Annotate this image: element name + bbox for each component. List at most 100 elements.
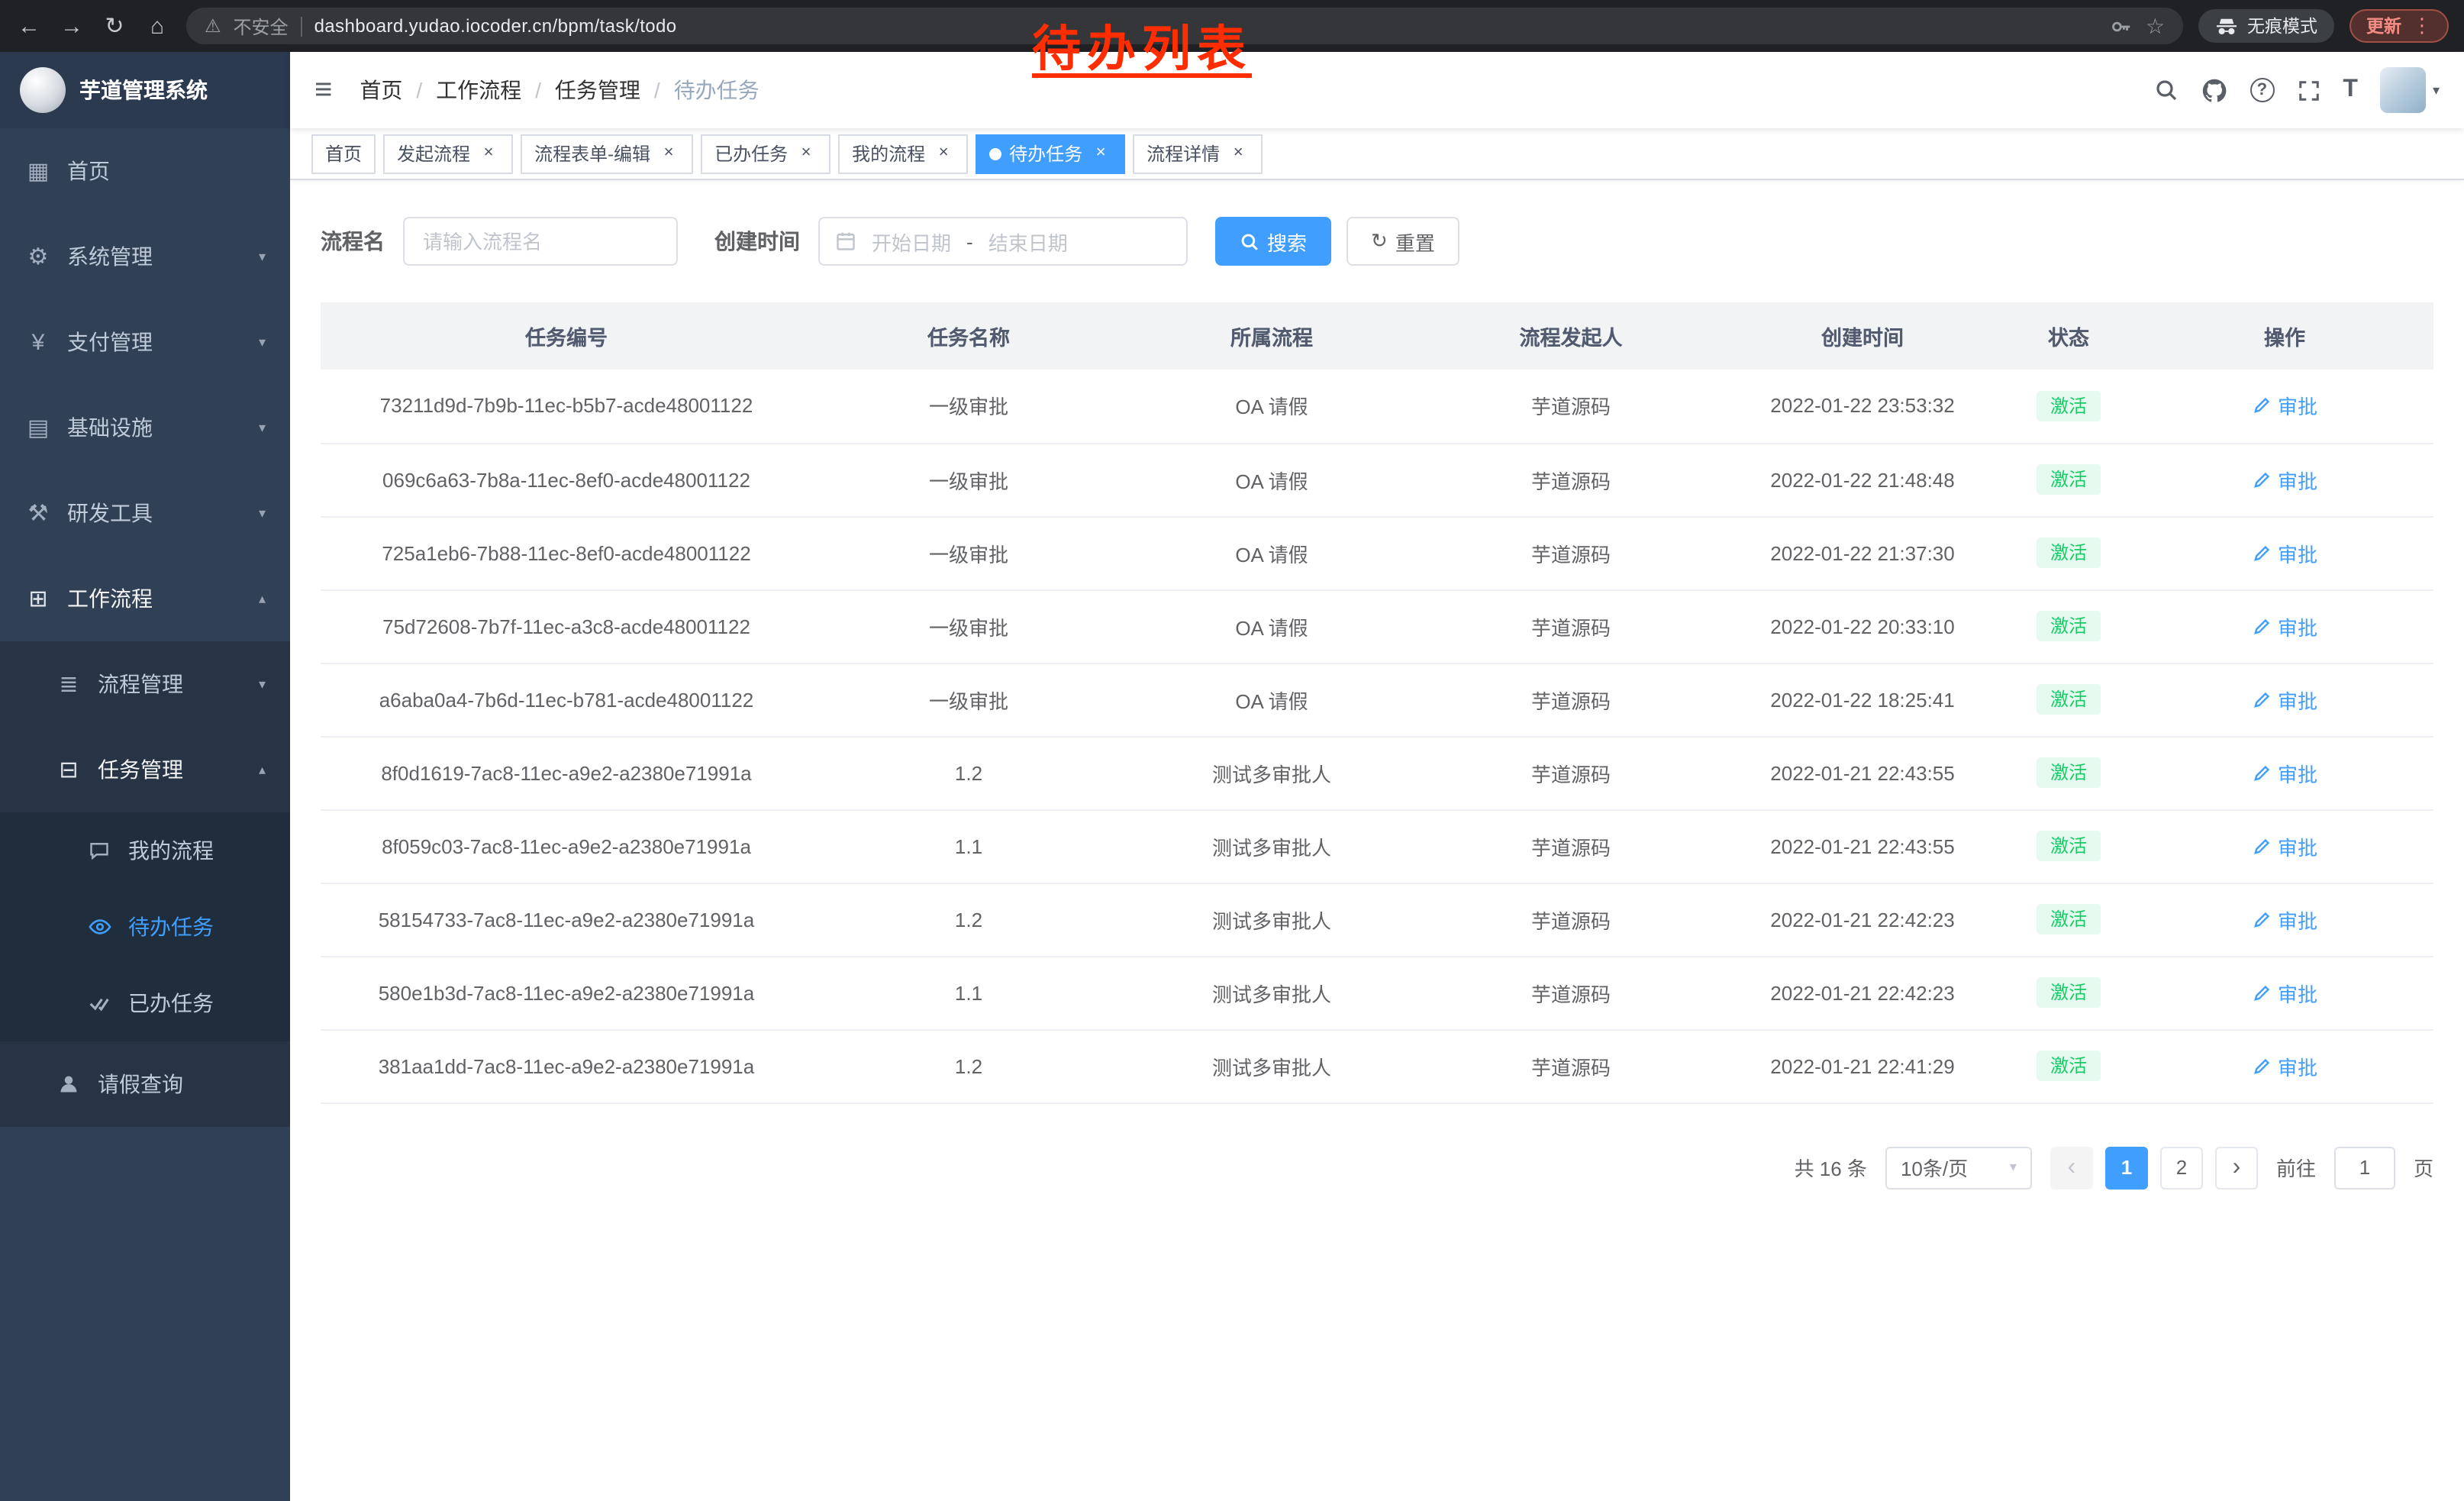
sidebar-item-home[interactable]: ▦ 首页 (0, 128, 290, 214)
update-label[interactable]: 更新 (2366, 14, 2401, 38)
tab-close-icon[interactable]: × (1227, 143, 1249, 164)
tab-close-icon[interactable]: × (795, 143, 817, 164)
fullscreen-icon[interactable] (2297, 79, 2320, 102)
logo[interactable]: 芋道管理系统 (0, 52, 290, 128)
pagination: 共 16 条 10条/页 ▾ ‹ 1 2 › 前往 页 (321, 1146, 2433, 1189)
cell-task-id: 069c6a63-7b8a-11ec-8ef0-acde48001122 (321, 443, 812, 516)
tab-close-icon[interactable]: × (478, 143, 499, 164)
approve-link[interactable]: 审批 (2252, 685, 2317, 714)
security-label[interactable]: 不安全 (234, 13, 289, 39)
sidebar-item-workflow[interactable]: ⊞ 工作流程 ▴ (0, 556, 290, 641)
breadcrumb-workflow[interactable]: 工作流程 (436, 75, 521, 105)
tab-done-tasks[interactable]: 已办任务 × (701, 134, 830, 173)
sidebar-item-done-tasks[interactable]: 已办任务 (0, 965, 290, 1041)
todo-task-table: 任务编号 任务名称 所属流程 流程发起人 创建时间 状态 操作 73211d9d… (321, 302, 2433, 1103)
cell-action: 审批 (2136, 883, 2433, 956)
approve-link[interactable]: 审批 (2252, 612, 2317, 641)
font-size-icon[interactable]: T (2343, 76, 2358, 104)
tab-my-process[interactable]: 我的流程 × (838, 134, 968, 173)
forward-icon[interactable]: → (58, 13, 85, 39)
star-icon[interactable]: ☆ (2146, 13, 2165, 39)
tab-start-process[interactable]: 发起流程 × (383, 134, 513, 173)
process-name-label: 流程名 (321, 226, 385, 257)
tab-close-icon[interactable]: × (933, 143, 954, 164)
cell-created: 2022-01-22 23:53:32 (1724, 370, 2001, 443)
cell-task-id: 73211d9d-7b9b-11ec-b5b7-acde48001122 (321, 370, 812, 443)
sidebar-item-task-mgmt[interactable]: ⊟ 任务管理 ▴ (0, 727, 290, 812)
sidebar-item-my-process[interactable]: 我的流程 (0, 812, 290, 889)
back-icon[interactable]: ← (15, 13, 43, 39)
sidebar-item-todo-tasks[interactable]: 待办任务 (0, 889, 290, 965)
search-icon[interactable] (2153, 78, 2178, 102)
col-initiator: 流程发起人 (1418, 302, 1724, 370)
breadcrumb-task-mgmt[interactable]: 任务管理 (555, 75, 640, 105)
status-badge: 激活 (2037, 1051, 2101, 1082)
status-badge: 激活 (2037, 464, 2101, 495)
cell-process: OA 请假 (1125, 370, 1418, 443)
tab-label: 首页 (325, 140, 362, 166)
prev-page-icon[interactable]: ‹ (2050, 1146, 2093, 1189)
cell-initiator: 芋道源码 (1418, 370, 1724, 443)
page-size-select[interactable]: 10条/页 ▾ (1885, 1146, 2032, 1189)
approve-link[interactable]: 审批 (2252, 392, 2317, 421)
approve-link[interactable]: 审批 (2252, 758, 2317, 787)
cell-task-name: 1.1 (812, 809, 1125, 883)
home-icon[interactable]: ⌂ (144, 13, 171, 39)
cell-status: 激活 (2001, 663, 2136, 736)
breadcrumb-home[interactable]: 首页 (360, 75, 402, 105)
avatar[interactable] (2381, 67, 2427, 113)
sidebar-item-system[interactable]: ⚙ 系统管理 ▾ (0, 214, 290, 299)
sidebar-item-leave-query[interactable]: 请假查询 (0, 1041, 290, 1127)
hamburger-icon[interactable]: ≡ (314, 73, 332, 108)
search-button[interactable]: 搜索 (1215, 217, 1331, 266)
edit-icon (2252, 763, 2272, 783)
sidebar-item-payment[interactable]: ¥ 支付管理 ▾ (0, 299, 290, 385)
tab-form-edit[interactable]: 流程表单-编辑 × (521, 134, 693, 173)
user-menu[interactable]: ▾ (2381, 67, 2440, 113)
chrome-right-controls: 无痕模式 更新 ⋮ (2198, 9, 2449, 43)
cell-task-name: 一级审批 (812, 589, 1125, 663)
approve-link[interactable]: 审批 (2252, 831, 2317, 860)
cell-process: OA 请假 (1125, 589, 1418, 663)
key-icon[interactable] (2111, 15, 2133, 37)
tab-process-detail[interactable]: 流程详情 × (1133, 134, 1263, 173)
sidebar-item-infrastructure[interactable]: ▤ 基础设施 ▾ (0, 385, 290, 470)
cell-status: 激活 (2001, 443, 2136, 516)
cell-process: OA 请假 (1125, 516, 1418, 589)
date-range-picker[interactable]: 开始日期 - 结束日期 (818, 217, 1188, 266)
next-page-icon[interactable]: › (2215, 1146, 2258, 1189)
kebab-menu-icon[interactable]: ⋮ (2412, 14, 2432, 38)
cell-process: 测试多审批人 (1125, 1029, 1418, 1102)
approve-link[interactable]: 审批 (2252, 538, 2317, 567)
col-created: 创建时间 (1724, 302, 2001, 370)
github-icon[interactable] (2201, 77, 2227, 103)
approve-link[interactable]: 审批 (2252, 465, 2317, 494)
status-badge: 激活 (2037, 977, 2101, 1009)
reset-button[interactable]: ↻ 重置 (1346, 217, 1459, 266)
tab-todo-tasks[interactable]: 待办任务 × (976, 134, 1125, 173)
chevron-up-icon: ▴ (259, 761, 266, 778)
help-icon[interactable]: ? (2250, 78, 2274, 102)
chevron-down-icon: ▾ (259, 676, 266, 692)
cell-status: 激活 (2001, 1029, 2136, 1102)
sidebar-item-process-mgmt[interactable]: ≣ 流程管理 ▾ (0, 641, 290, 727)
cell-initiator: 芋道源码 (1418, 736, 1724, 809)
process-list-icon: ≣ (55, 670, 82, 698)
tab-close-icon[interactable]: × (658, 143, 679, 164)
table-row: 8f059c03-7ac8-11ec-a9e2-a2380e71991a 1.1… (321, 809, 2433, 883)
approve-link[interactable]: 审批 (2252, 978, 2317, 1007)
page-2-button[interactable]: 2 (2160, 1146, 2203, 1189)
sidebar-item-devtools[interactable]: ⚒ 研发工具 ▾ (0, 470, 290, 556)
tab-home[interactable]: 首页 (311, 134, 376, 173)
approve-link[interactable]: 审批 (2252, 905, 2317, 934)
sidebar-item-label: 流程管理 (98, 669, 183, 699)
update-button[interactable]: 更新 ⋮ (2350, 9, 2449, 43)
process-name-input[interactable] (403, 217, 678, 266)
reload-icon[interactable]: ↻ (101, 12, 128, 40)
tab-label: 已办任务 (714, 140, 788, 166)
goto-page-input[interactable] (2334, 1146, 2395, 1189)
page-1-button[interactable]: 1 (2105, 1146, 2148, 1189)
tab-close-icon[interactable]: × (1090, 143, 1111, 164)
table-row: 069c6a63-7b8a-11ec-8ef0-acde48001122 一级审… (321, 443, 2433, 516)
approve-link[interactable]: 审批 (2252, 1051, 2317, 1080)
